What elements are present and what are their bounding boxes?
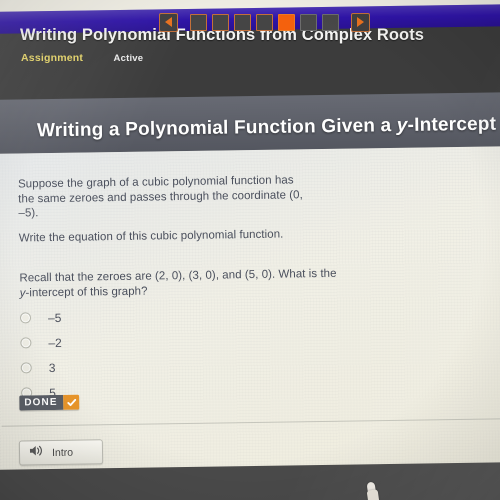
page-indicator-active[interactable] <box>277 13 295 31</box>
page-indicator[interactable] <box>189 13 207 31</box>
recall-prefix: Recall that the zeroes are (2, 0), (3, 0… <box>19 267 337 285</box>
answer-option-label: –5 <box>47 310 62 325</box>
assignment-status-row: Assignment Active <box>21 48 143 66</box>
triangle-left-icon <box>164 17 172 27</box>
answer-option[interactable]: –5 <box>19 305 62 331</box>
recall-suffix: -intercept of this graph? <box>25 285 148 299</box>
question-paragraph-1: Suppose the graph of a cubic polynomial … <box>17 174 303 220</box>
answer-option[interactable]: –2 <box>20 330 62 356</box>
answer-option[interactable]: 3 <box>20 355 63 381</box>
answer-options: –5 –2 3 5 <box>19 305 63 406</box>
answer-option-label: 3 <box>48 360 56 375</box>
triangle-right-icon <box>356 17 364 27</box>
bottom-nav-content <box>14 0 500 44</box>
active-badge: Active <box>113 53 144 64</box>
intro-button-label: Intro <box>51 446 74 459</box>
done-button[interactable]: DONE <box>19 394 80 411</box>
question-content: Suppose the graph of a cubic polynomial … <box>0 146 500 483</box>
page-indicator[interactable] <box>299 13 317 31</box>
radio-button-icon[interactable] <box>20 337 32 349</box>
radio-button-icon[interactable] <box>20 362 32 374</box>
question-panel: Suppose the graph of a cubic polynomial … <box>0 146 500 484</box>
question-paragraph-2: Write the equation of this cubic polynom… <box>18 228 284 245</box>
speaker-icon <box>29 444 44 462</box>
page-indicator[interactable] <box>233 13 251 31</box>
page-indicator[interactable] <box>211 13 229 31</box>
intro-audio-button[interactable]: Intro <box>18 439 104 466</box>
answer-option-label: –2 <box>48 335 62 350</box>
page-indicator[interactable] <box>321 13 339 31</box>
assignment-badge: Assignment <box>21 52 84 64</box>
question-paragraph-3: Recall that the zeroes are (2, 0), (3, 0… <box>19 267 339 301</box>
lesson-title-prefix: Writing a Polynomial Function Given a <box>36 115 397 142</box>
prev-page-button[interactable] <box>158 12 178 32</box>
lesson-title-variable: y <box>396 114 408 137</box>
content-divider <box>1 418 500 427</box>
screen-photo: Writing Polynomial Functions from Comple… <box>0 0 500 500</box>
bottom-nav-bar <box>0 462 500 500</box>
radio-button-icon[interactable] <box>19 312 32 324</box>
page-indicator[interactable] <box>255 13 273 31</box>
next-page-button[interactable] <box>350 12 370 32</box>
check-icon <box>63 394 80 410</box>
done-button-label: DONE <box>19 394 64 411</box>
lesson-title-suffix: -Intercept <box>407 113 497 136</box>
